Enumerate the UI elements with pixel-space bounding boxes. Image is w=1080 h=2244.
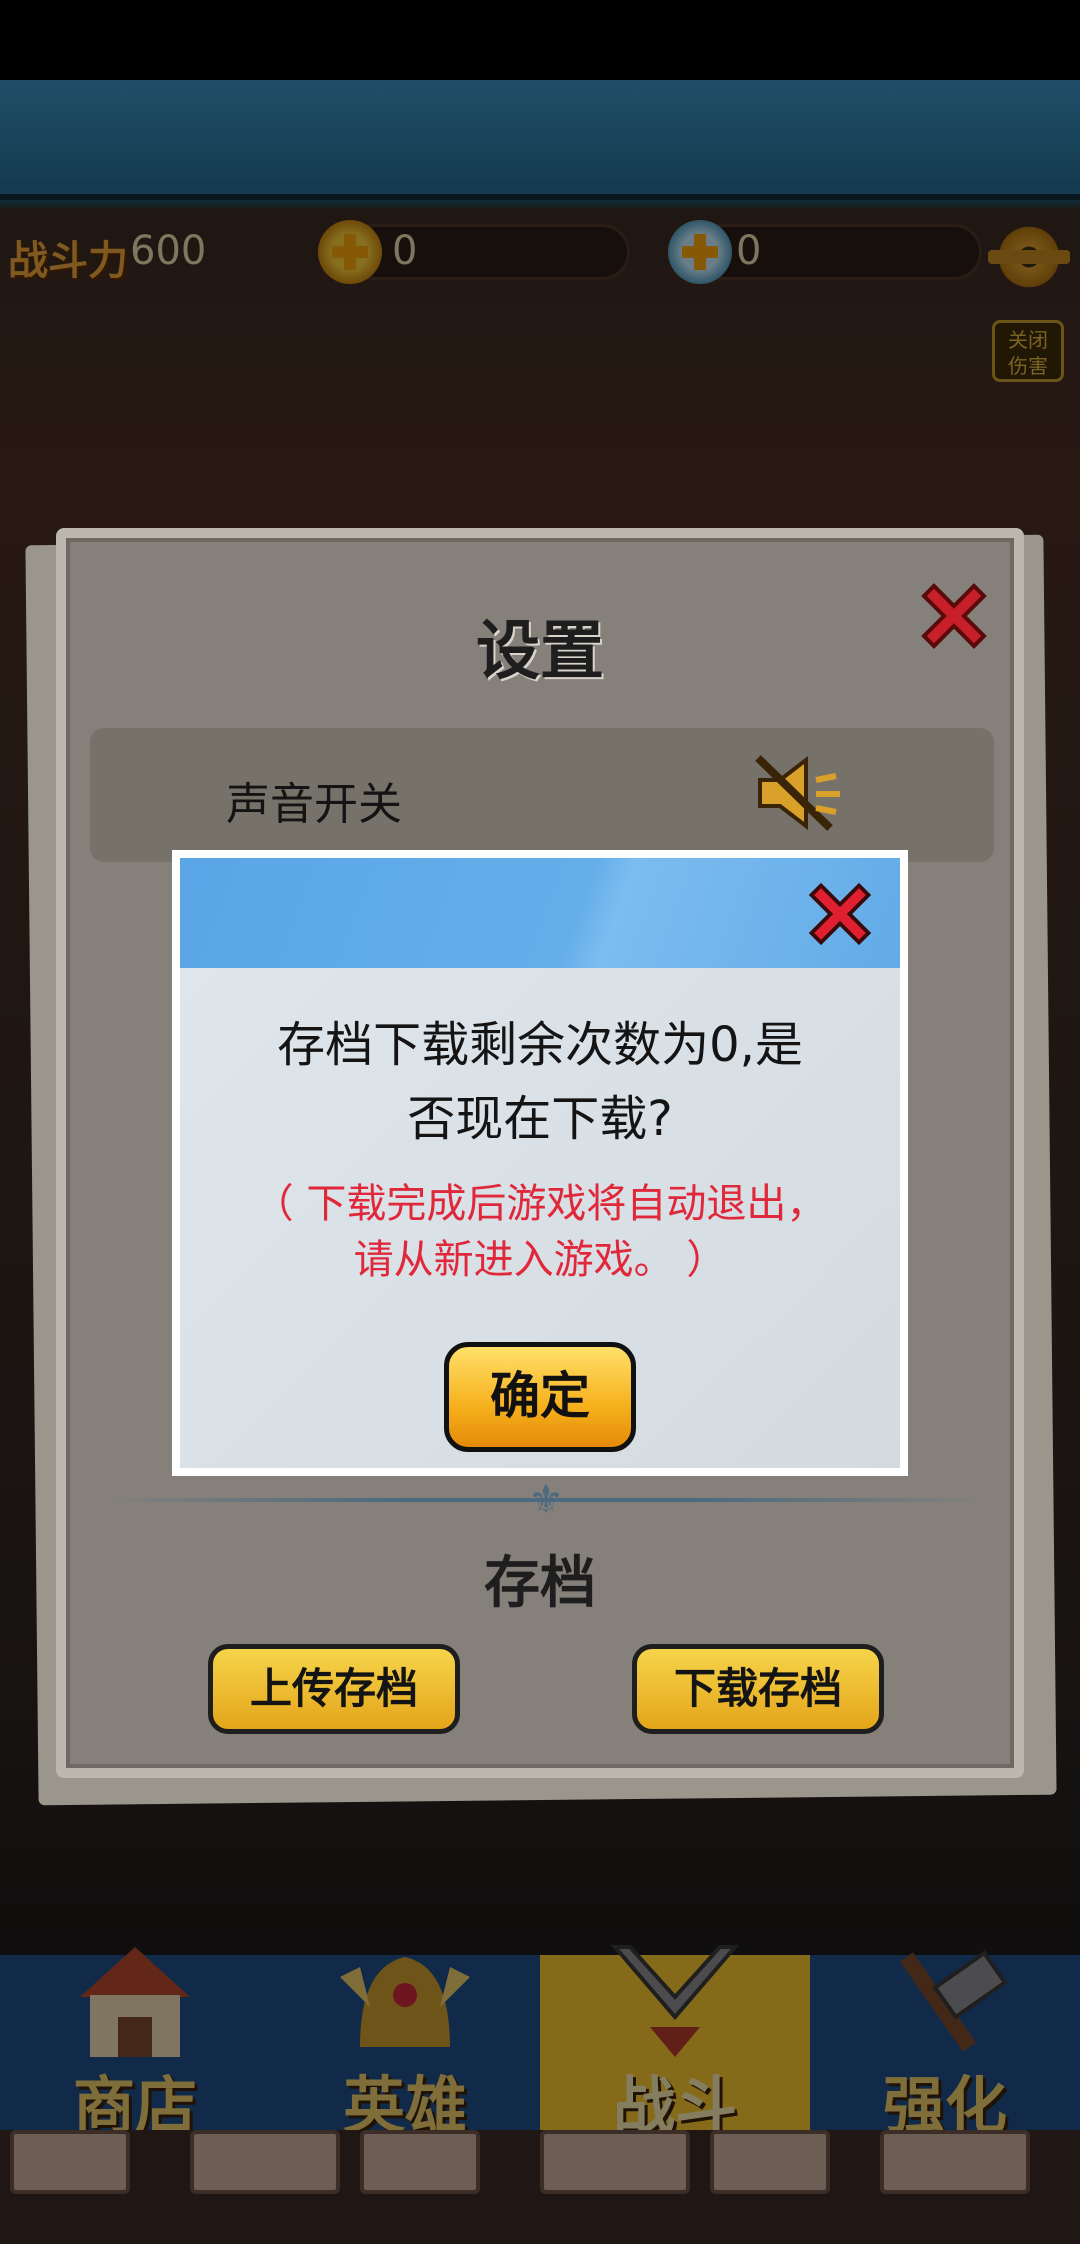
save-section-title: 存档 <box>484 1551 596 1616</box>
download-save-button[interactable]: 下载存档 <box>632 1644 884 1734</box>
dialog-message-line1: 存档下载剩余次数为0,是 <box>277 1017 803 1073</box>
dialog-note: （ 下载完成后游戏将自动退出， 请从新进入游戏。 ） <box>200 1176 880 1288</box>
dialog-header <box>180 858 900 968</box>
fleur-icon: ⚜ <box>528 1477 564 1523</box>
dialog-body: 存档下载剩余次数为0,是 否现在下载? （ 下载完成后游戏将自动退出， 请从新进… <box>180 858 900 1468</box>
status-bar <box>0 0 1080 80</box>
confirm-button[interactable]: 确定 <box>444 1342 636 1452</box>
sound-row: 声音开关 <box>90 728 994 862</box>
dialog-note-line1: （ 下载完成后游戏将自动退出， <box>253 1181 827 1227</box>
dialog-note-line2: 请从新进入游戏。 ） <box>353 1237 727 1283</box>
dialog-message-line2: 否现在下载? <box>407 1091 673 1147</box>
upload-save-button[interactable]: 上传存档 <box>208 1644 460 1734</box>
close-icon[interactable] <box>914 576 994 656</box>
sound-label: 声音开关 <box>226 779 402 830</box>
download-confirm-dialog: 存档下载剩余次数为0,是 否现在下载? （ 下载完成后游戏将自动退出， 请从新进… <box>172 850 908 1476</box>
dialog-message: 存档下载剩余次数为0,是 否现在下载? <box>200 1008 880 1156</box>
settings-title: 设置 <box>476 615 604 689</box>
sound-muted-icon[interactable] <box>750 748 846 838</box>
close-icon[interactable] <box>802 876 878 952</box>
